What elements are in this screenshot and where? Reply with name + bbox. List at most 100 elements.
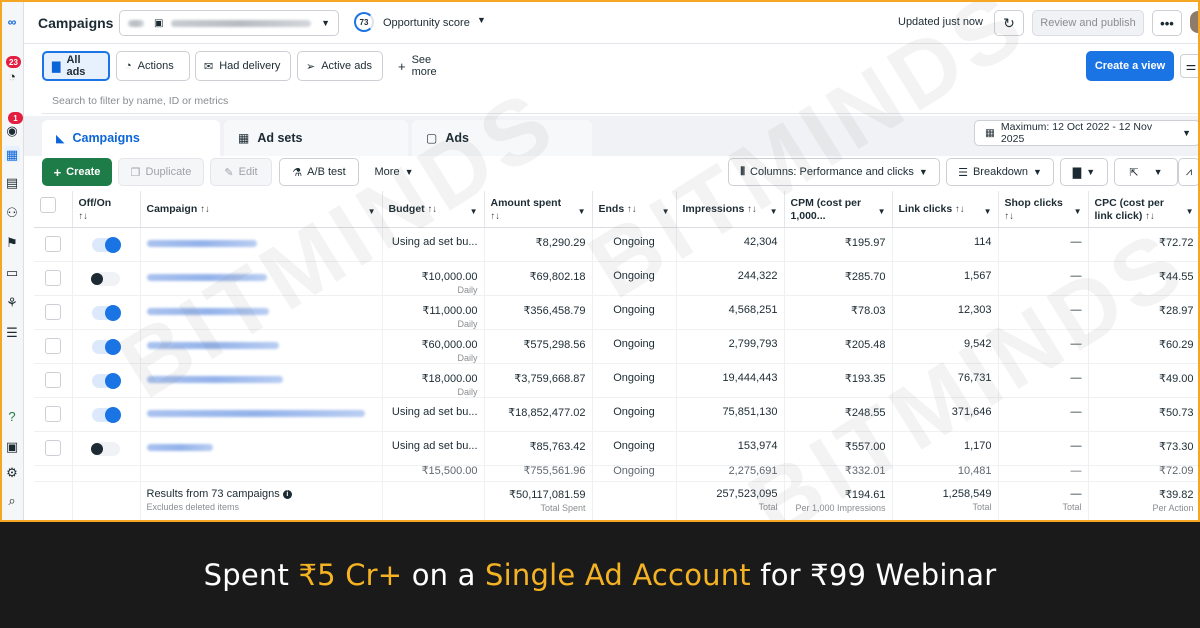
- chevron-down-icon[interactable]: ▼: [470, 205, 478, 218]
- search-input[interactable]: [42, 90, 942, 112]
- campaign-name-redacted[interactable]: [146, 307, 269, 315]
- tab-campaigns[interactable]: ◣ Campaigns: [42, 120, 220, 156]
- column-header-impressions[interactable]: Impressions ↑↓ ▼: [676, 191, 785, 228]
- ad-account-selector[interactable]: ▣ ▼: [119, 10, 339, 36]
- table-row[interactable]: ₹15,500.00 ₹755,561.96 Ongoing 2,275,691 ₹33…: [34, 465, 1198, 482]
- column-header-shop-clicks[interactable]: Shop clicks ↑↓ ▼: [998, 191, 1089, 228]
- table-row[interactable]: ₹10,000.00 Daily ₹69,802.18 Ongoing 244,322 ₹…: [34, 261, 1198, 296]
- table-row[interactable]: ₹60,000.00 Daily ₹575,298.56 Ongoing 2,799,7…: [34, 329, 1198, 364]
- column-header-cpc[interactable]: CPC (cost per link click) ↑↓ ▼: [1088, 191, 1198, 228]
- sort-icon[interactable]: ↑↓: [79, 211, 89, 222]
- row-checkbox[interactable]: [44, 337, 61, 354]
- sort-icon[interactable]: ↑↓: [491, 211, 501, 222]
- column-header-cpm[interactable]: CPM (cost per 1,000... ▼: [784, 191, 893, 228]
- campaign-on-off-toggle[interactable]: [92, 406, 121, 423]
- alerts-icon[interactable]: ◉: [4, 122, 20, 138]
- opportunity-score-ring[interactable]: 73: [354, 12, 374, 32]
- create-button[interactable]: + Create: [42, 158, 112, 186]
- menu-icon[interactable]: ☰: [4, 324, 20, 340]
- chevron-down-icon[interactable]: ▼: [878, 205, 886, 218]
- campaign-name-redacted[interactable]: [146, 239, 257, 247]
- column-header-campaign[interactable]: Campaign ↑↓ ▼: [140, 191, 383, 228]
- table-row[interactable]: Using ad set bu... ₹85,763.42 Ongoing 153,9…: [34, 431, 1198, 466]
- column-header-off-on[interactable]: Off/On ↑↓: [72, 191, 141, 228]
- column-header-link-clicks[interactable]: Link clicks ↑↓ ▼: [892, 191, 999, 228]
- sort-icon[interactable]: ↑↓: [955, 204, 965, 215]
- more-options-button[interactable]: •••: [1152, 10, 1182, 36]
- campaign-name-redacted[interactable]: [146, 409, 365, 417]
- sort-icon[interactable]: ↑↓: [1005, 211, 1015, 222]
- row-checkbox[interactable]: [44, 371, 61, 388]
- sort-icon[interactable]: ↑↓: [200, 204, 210, 215]
- reports-icon[interactable]: ▤: [4, 174, 20, 190]
- column-header-amount-spent[interactable]: Amount spent ↑↓ ▼: [484, 191, 593, 228]
- avatar[interactable]: [1190, 11, 1198, 33]
- date-range-picker[interactable]: ▦ Maximum: 12 Oct 2022 - 12 Nov 2025 ▼: [974, 120, 1198, 146]
- filter-settings-button[interactable]: ⚌: [1180, 54, 1198, 78]
- settings-gear-icon[interactable]: ⚙: [4, 464, 20, 480]
- chip-all-ads[interactable]: ▇ All ads: [42, 51, 110, 81]
- tab-ad-sets[interactable]: ▦ Ad sets: [224, 120, 408, 156]
- sort-icon[interactable]: ↑↓: [1145, 211, 1155, 222]
- row-checkbox[interactable]: [44, 235, 61, 252]
- chip-actions[interactable]: ◔ Actions: [116, 51, 190, 81]
- search-icon[interactable]: ⌕: [4, 492, 20, 508]
- campaign-icon[interactable]: ⚑: [4, 234, 20, 250]
- campaign-on-off-toggle[interactable]: [91, 441, 120, 456]
- sort-icon[interactable]: ↑↓: [428, 204, 438, 215]
- billing-icon[interactable]: ▭: [4, 264, 20, 280]
- row-checkbox[interactable]: [44, 439, 61, 456]
- chevron-down-icon[interactable]: ▼: [1074, 205, 1082, 218]
- table-row[interactable]: Using ad set bu... ₹18,852,477.02 Ongoing 7…: [34, 397, 1198, 432]
- edit-button[interactable]: ✎ Edit: [210, 158, 272, 186]
- chevron-down-icon[interactable]: ▼: [1186, 205, 1194, 218]
- chevron-down-icon[interactable]: ▼: [770, 205, 778, 218]
- report-problem-icon[interactable]: ▣: [4, 438, 20, 454]
- campaign-on-off-toggle[interactable]: [91, 271, 120, 286]
- help-icon[interactable]: ?: [4, 408, 20, 424]
- duplicate-button[interactable]: ❐ Duplicate: [118, 158, 204, 186]
- campaign-name-cell[interactable]: [140, 431, 383, 466]
- chip-active-ads[interactable]: ➢ Active ads: [297, 51, 383, 81]
- chip-had-delivery[interactable]: ✉ Had delivery: [195, 51, 291, 81]
- tab-ads[interactable]: ▢ Ads: [412, 120, 592, 156]
- chevron-down-icon[interactable]: ▼: [477, 15, 486, 25]
- campaign-name-redacted[interactable]: [146, 443, 213, 451]
- column-header-budget[interactable]: Budget ↑↓ ▼: [382, 191, 485, 228]
- breakdown-selector[interactable]: ☰ Breakdown ▼: [946, 158, 1054, 186]
- events-icon[interactable]: ⚘: [4, 294, 20, 310]
- chevron-down-icon[interactable]: ▼: [984, 205, 992, 218]
- meta-logo-icon[interactable]: ∞: [4, 14, 20, 30]
- columns-selector[interactable]: ⦀ Columns: Performance and clicks ▼: [728, 158, 940, 186]
- row-checkbox[interactable]: [44, 405, 61, 422]
- more-actions-button[interactable]: More ▼: [366, 158, 422, 186]
- refresh-button[interactable]: ↻: [994, 10, 1024, 36]
- table-row[interactable]: ₹18,000.00 Daily ₹3,759,668.87 Ongoing 19,44…: [34, 363, 1198, 398]
- row-checkbox[interactable]: [44, 269, 61, 286]
- chevron-down-icon[interactable]: ▼: [662, 205, 670, 218]
- campaign-on-off-toggle[interactable]: [92, 338, 121, 355]
- campaign-on-off-toggle[interactable]: [92, 236, 121, 253]
- row-checkbox[interactable]: [44, 303, 61, 320]
- campaign-on-off-toggle[interactable]: [92, 304, 121, 321]
- select-all-checkbox[interactable]: [40, 197, 56, 213]
- chevron-down-icon[interactable]: ▼: [368, 205, 376, 218]
- campaign-name-cell[interactable]: [140, 363, 383, 398]
- table-row[interactable]: ₹11,000.00 Daily ₹356,458.79 Ongoing 4,568,2…: [34, 295, 1198, 330]
- table-view-icon[interactable]: ▦: [4, 146, 20, 162]
- campaign-name-cell[interactable]: [140, 329, 383, 364]
- campaign-name-cell[interactable]: [140, 295, 383, 330]
- campaign-name-cell[interactable]: [140, 465, 383, 482]
- sort-icon[interactable]: ↑↓: [747, 204, 757, 215]
- info-icon[interactable]: i: [282, 489, 292, 499]
- opportunity-score-label[interactable]: Opportunity score: [383, 17, 470, 29]
- notifications-icon[interactable]: ◔: [4, 68, 20, 84]
- export-button[interactable]: ⇱ ▼: [1114, 158, 1178, 186]
- review-and-publish-button[interactable]: Review and publish: [1032, 10, 1144, 36]
- create-view-button[interactable]: Create a view: [1086, 51, 1174, 81]
- table-row[interactable]: Using ad set bu... ₹8,290.29 Ongoing 42,304…: [34, 227, 1198, 262]
- chevron-down-icon[interactable]: ▼: [578, 205, 586, 218]
- ab-test-button[interactable]: ⚗ A/B test: [279, 158, 359, 186]
- sort-icon[interactable]: ↑↓: [627, 204, 637, 215]
- campaign-name-cell[interactable]: [140, 227, 383, 262]
